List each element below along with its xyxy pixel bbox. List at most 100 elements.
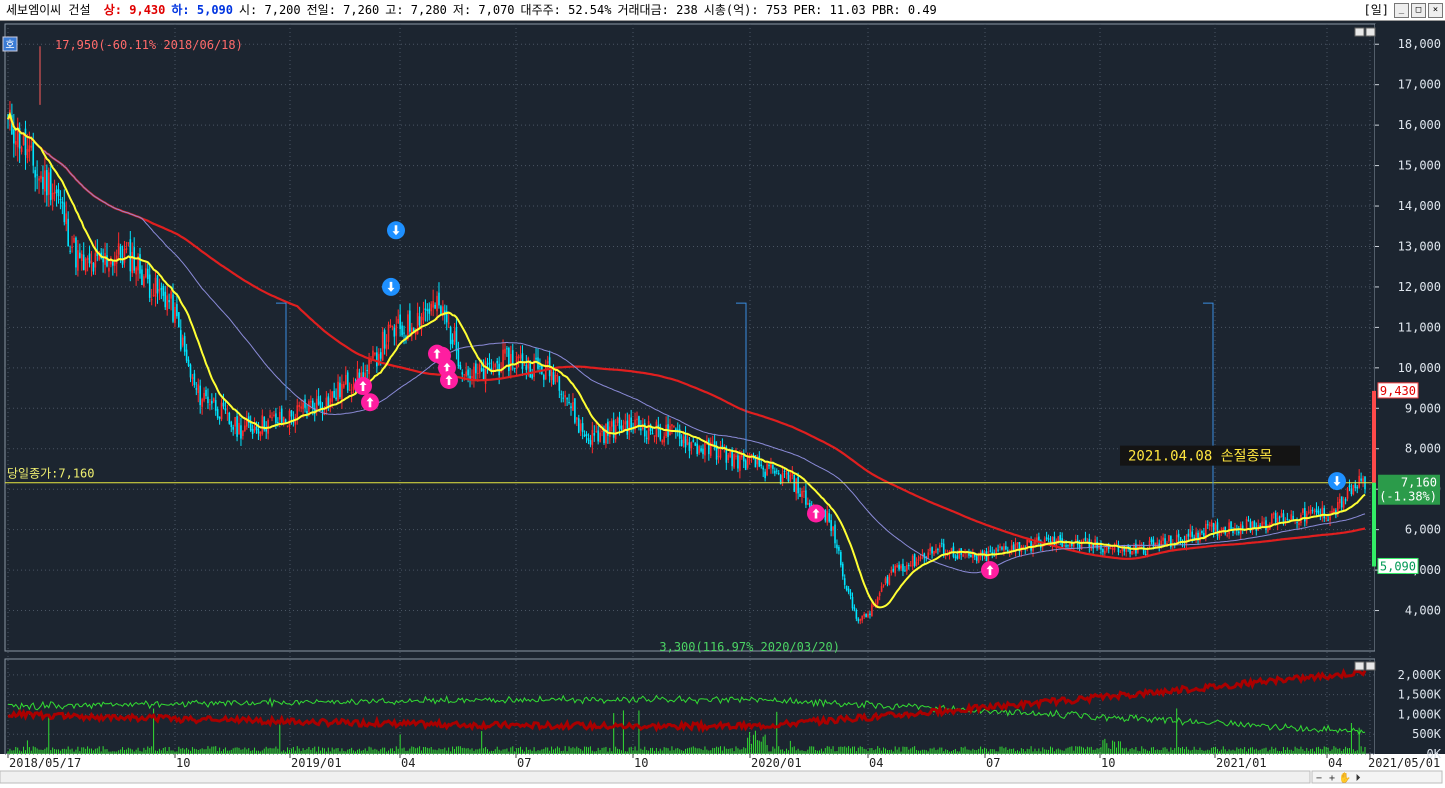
candle-body — [14, 141, 17, 145]
candle-body — [315, 398, 318, 412]
candle-body — [847, 588, 850, 593]
candle-body — [261, 415, 264, 434]
candle-body — [915, 561, 918, 566]
candle-body — [585, 433, 588, 437]
candle-body — [1265, 520, 1267, 530]
candle-body — [1282, 513, 1285, 523]
candle-body — [987, 551, 990, 562]
y-tick-label: 9,000 — [1405, 401, 1441, 415]
candle-body — [609, 426, 611, 437]
pane-close-icon[interactable] — [1365, 661, 1376, 671]
candle-body — [907, 565, 910, 567]
candle-body — [232, 427, 234, 430]
x-tick-label: 2018/05/17 — [9, 756, 81, 770]
range-bar-lower — [1372, 482, 1376, 567]
candle-body — [249, 422, 252, 431]
y-tick-label: 15,000 — [1398, 159, 1441, 173]
candle-body — [673, 425, 675, 428]
candle-body — [620, 425, 623, 431]
quote-item-label: 전일: — [306, 3, 344, 17]
candle-body — [467, 369, 469, 376]
quote-item: 하: 5,090 — [171, 0, 233, 20]
candle-body — [288, 410, 291, 427]
candle-body — [692, 439, 695, 443]
candle-body — [478, 364, 481, 374]
x-tick-label: 2019/01 — [291, 756, 342, 770]
stock-chart[interactable]: 18,000 17,000 16,000 15,000 14,000 13,000 12,0… — [0, 21, 1445, 788]
quote-item: PBR: 0.49 — [872, 0, 937, 20]
period-selector[interactable]: [일] — [1364, 0, 1390, 20]
candle-body — [783, 470, 786, 472]
candle-body — [193, 373, 196, 386]
candle-body — [310, 401, 312, 403]
quote-item-value: 11.03 — [829, 3, 866, 17]
candle-body — [527, 357, 530, 369]
pane-close-icon[interactable] — [1365, 27, 1376, 37]
candle-body — [1302, 508, 1304, 513]
candle-body — [16, 123, 19, 148]
candle-body — [911, 555, 914, 567]
candle-body — [395, 325, 398, 336]
candle-body — [1346, 488, 1349, 499]
candle-body — [387, 324, 390, 342]
candle-body — [189, 364, 192, 378]
candle-body — [112, 260, 114, 266]
pane-minimize-icon[interactable] — [1354, 27, 1365, 37]
candle-body — [1203, 532, 1205, 537]
minimize-icon[interactable]: _ — [1394, 2, 1409, 18]
candle-body — [393, 327, 396, 337]
candle-body — [1109, 547, 1112, 549]
horizontal-scrollbar[interactable] — [0, 770, 1311, 784]
quote-item: 저: 7,070 — [453, 0, 515, 20]
candle-body — [1360, 478, 1362, 481]
candle-body — [1356, 486, 1359, 489]
candle-body — [1189, 529, 1192, 537]
candle-body — [684, 433, 687, 448]
maximize-icon[interactable]: □ — [1411, 2, 1426, 18]
candle-body — [409, 310, 411, 332]
candle-body — [871, 604, 873, 617]
candle-body — [381, 331, 384, 361]
candle-body — [1045, 537, 1048, 539]
candle-body — [502, 349, 504, 370]
candle-body — [775, 470, 778, 472]
candle-body — [13, 129, 15, 144]
candle-body — [764, 471, 766, 479]
candle-body — [1199, 532, 1201, 542]
candle-body — [44, 170, 46, 192]
candle-body — [1245, 519, 1248, 529]
candle-body — [933, 551, 935, 555]
candle-body — [886, 576, 889, 584]
y-tick-label: 16,000 — [1398, 118, 1441, 132]
candle-body — [550, 369, 553, 381]
candle-body — [220, 402, 223, 420]
candle-body — [880, 586, 883, 592]
candle-body — [28, 145, 31, 152]
chart-area[interactable]: 18,000 17,000 16,000 15,000 14,000 13,000 12,0… — [0, 21, 1445, 788]
candle-body — [781, 472, 784, 483]
candle-body — [176, 304, 178, 317]
candle-body — [1267, 527, 1269, 532]
quote-item-value: 7,200 — [264, 3, 301, 17]
candle-body — [1271, 513, 1273, 524]
candle-body — [1342, 501, 1345, 508]
candle-body — [601, 430, 603, 432]
quote-item-value: 7,070 — [478, 3, 515, 17]
candle-body — [1325, 517, 1327, 519]
candle-body — [391, 325, 394, 327]
y-tick-label: 12,000 — [1398, 280, 1441, 294]
candle-body — [1113, 546, 1116, 551]
window-controls: [일] _ □ × — [1364, 0, 1443, 20]
close-icon[interactable]: × — [1428, 2, 1443, 18]
candle-body — [605, 423, 607, 444]
candle-body — [438, 292, 440, 306]
pane-minimize-icon[interactable] — [1354, 661, 1365, 671]
candle-body — [929, 547, 931, 552]
candle-body — [154, 277, 157, 297]
candle-body — [418, 316, 421, 326]
candle-body — [129, 239, 132, 272]
candle-body — [832, 526, 834, 531]
candle-body — [1263, 522, 1265, 524]
candle-body — [510, 354, 512, 371]
candle-body — [1010, 545, 1013, 551]
